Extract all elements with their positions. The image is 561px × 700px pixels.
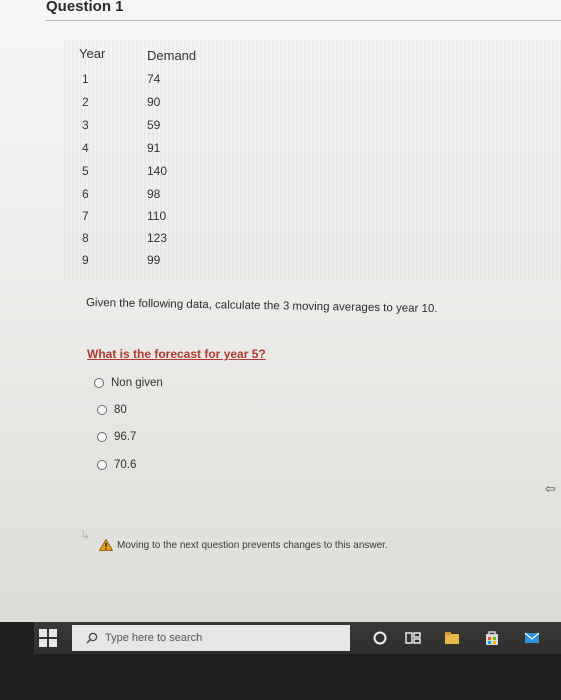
cell-year: 8 [82,231,89,245]
question-divider [46,20,561,21]
table-header-demand: Demand [147,48,197,63]
table-row: 5 140 [0,164,561,186]
answer-option-2[interactable]: 80 [97,404,127,416]
search-placeholder: Type here to search [105,632,203,644]
cell-year: 9 [82,253,89,267]
cell-demand: 91 [147,141,161,155]
warning-message: Moving to the next question prevents cha… [99,539,388,551]
taskbar: Type here to search [0,622,561,700]
table-header-year: Year [79,46,106,61]
table-row: 9 99 [0,253,561,275]
cortana-icon[interactable] [372,630,388,646]
table-row: 2 90 [0,95,561,117]
cell-demand: 98 [147,187,161,201]
table-row: 8 123 [0,231,561,253]
mail-icon[interactable] [524,630,540,646]
windows-start-icon[interactable] [38,628,58,648]
question-prompt: What is the forecast for year 5? [87,347,266,361]
table-row: 3 59 [0,118,561,140]
cell-demand: 140 [147,164,168,178]
cell-year: 4 [82,141,89,155]
radio-button[interactable] [97,405,107,415]
cell-year: 6 [82,187,89,201]
radio-button[interactable] [97,432,107,442]
warning-text: Moving to the next question prevents cha… [117,539,388,551]
cell-demand: 59 [147,118,161,132]
answer-option-label: 96.7 [114,431,137,443]
answer-option-3[interactable]: 96.7 [97,431,136,443]
taskbar-search-box[interactable]: Type here to search [72,625,350,651]
radio-button[interactable] [97,460,107,470]
answer-option-label: Non given [111,377,163,389]
question-instruction: Given the following data, calculate the … [85,297,438,316]
search-icon [86,632,98,644]
answer-option-label: 70.6 [114,459,137,471]
table-row: 4 91 [0,141,561,163]
answer-option-label: 80 [114,404,127,416]
warning-icon [99,539,113,551]
cell-year: 3 [82,118,89,132]
table-row: 7 110 [0,209,561,231]
cell-year: 7 [82,209,89,223]
browser-content: Question 1 Year Demand 1 74 2 90 3 59 4 … [0,0,561,622]
file-explorer-icon[interactable] [444,630,460,646]
cell-year: 1 [82,72,89,86]
answer-option-4[interactable]: 70.6 [97,459,136,471]
cell-demand: 99 [147,253,161,267]
radio-button[interactable] [94,378,104,388]
table-row: 6 98 [0,187,561,209]
mouse-cursor-icon: ⇦ [545,481,556,496]
table-row: 1 74 [0,72,561,94]
store-icon[interactable] [484,630,500,646]
cell-year: 2 [82,95,89,109]
question-title: Question 1 [46,0,124,15]
cell-demand: 90 [147,95,161,109]
cell-demand: 74 [147,72,161,86]
cell-year: 5 [82,164,89,178]
cell-demand: 123 [147,231,168,245]
task-view-icon[interactable] [405,630,421,646]
cell-demand: 110 [147,209,167,223]
answer-option-1[interactable]: Non given [94,377,163,389]
return-arrow-icon: ↳ [80,528,91,542]
